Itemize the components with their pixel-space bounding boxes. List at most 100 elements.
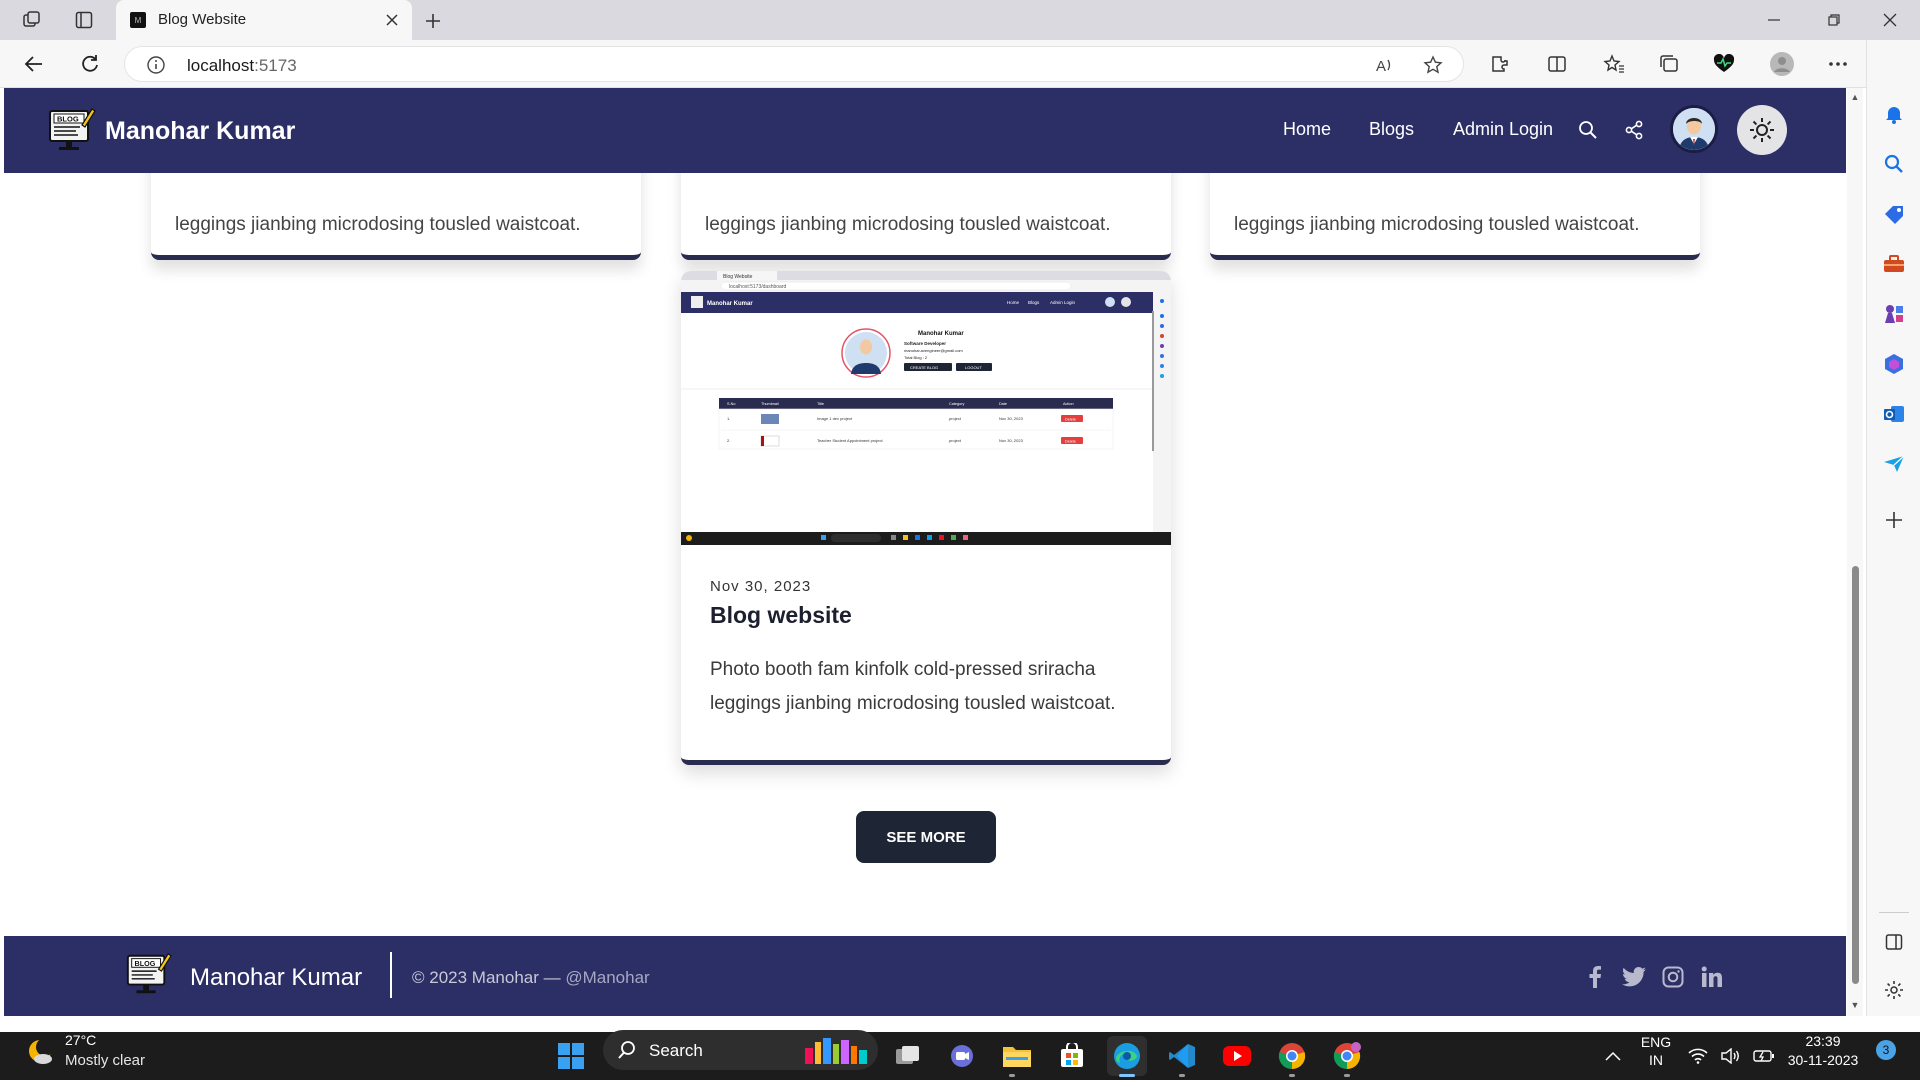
performance-icon[interactable] — [1712, 52, 1736, 76]
svg-text:Action: Action — [1063, 402, 1074, 406]
scroll-up-icon[interactable]: ▲ — [1850, 92, 1860, 102]
scroll-down-icon[interactable]: ▼ — [1850, 1000, 1860, 1010]
blog-card[interactable]: Blog Website localhost:5173/dashboard Ma… — [681, 271, 1171, 765]
extensions-icon[interactable] — [1488, 52, 1512, 76]
outlook-icon[interactable] — [1882, 402, 1906, 426]
notification-badge[interactable]: 3 — [1876, 1040, 1896, 1060]
task-view-icon[interactable] — [888, 1036, 928, 1076]
svg-text:Total Blog : 2: Total Blog : 2 — [904, 355, 928, 360]
footer-blog-logo-icon[interactable]: BLOG — [124, 950, 172, 998]
edge-browser-icon[interactable] — [1107, 1036, 1147, 1076]
svg-text:Delete: Delete — [1065, 418, 1076, 422]
footer-brand[interactable]: Manohar Kumar — [190, 964, 362, 992]
svg-text:Title: Title — [817, 402, 824, 406]
file-explorer-icon[interactable] — [997, 1036, 1037, 1076]
volume-icon[interactable] — [1719, 1036, 1743, 1076]
add-sidebar-app-icon[interactable] — [1882, 508, 1906, 532]
blog-logo-icon[interactable]: BLOG — [46, 105, 96, 155]
notifications-icon[interactable] — [1882, 102, 1906, 126]
vscode-icon[interactable] — [1162, 1036, 1202, 1076]
collections-icon[interactable] — [1657, 52, 1681, 76]
close-tab-icon[interactable] — [382, 10, 402, 30]
see-more-button[interactable]: SEE MORE — [856, 811, 996, 863]
svg-text:BLOG: BLOG — [135, 959, 156, 968]
restore-icon[interactable] — [1806, 0, 1862, 40]
clock-time[interactable]: 23:39 — [1786, 1033, 1860, 1049]
facebook-icon[interactable] — [1582, 964, 1608, 990]
chrome-running-indicator — [1289, 1074, 1295, 1077]
blog-card-peek-text: leggings jianbing microdosing tousled wa… — [705, 214, 1111, 235]
svg-text:Image 1 dev project: Image 1 dev project — [817, 416, 853, 421]
svg-text:BLOG: BLOG — [57, 115, 79, 124]
split-screen-icon[interactable] — [1545, 52, 1569, 76]
sidebar-search-icon[interactable] — [1882, 152, 1906, 176]
more-options-icon[interactable] — [1826, 52, 1850, 76]
blog-card-title[interactable]: Blog website — [710, 602, 852, 629]
twitter-icon[interactable] — [1621, 964, 1647, 990]
chrome-profile-icon[interactable] — [1327, 1036, 1367, 1076]
workspaces-icon[interactable] — [20, 8, 44, 32]
profile-icon[interactable] — [1770, 52, 1794, 76]
clock-date[interactable]: 30-11-2023 — [1786, 1052, 1860, 1068]
svg-text:2.: 2. — [727, 438, 730, 443]
wifi-icon[interactable] — [1686, 1036, 1710, 1076]
show-hidden-icons-icon[interactable] — [1593, 1036, 1633, 1076]
favorite-icon[interactable] — [1423, 55, 1443, 75]
nav-admin-login[interactable]: Admin Login — [1453, 119, 1553, 140]
scrollbar-thumb[interactable] — [1852, 566, 1859, 984]
windows-start-icon[interactable] — [551, 1036, 591, 1076]
instagram-icon[interactable] — [1660, 964, 1686, 990]
taskbar-search[interactable]: Search — [603, 1030, 878, 1070]
linkedin-icon[interactable] — [1699, 964, 1725, 990]
info-icon[interactable] — [147, 56, 165, 74]
hide-sidebar-icon[interactable] — [1882, 930, 1906, 954]
refresh-icon[interactable] — [76, 50, 104, 78]
weather-temperature[interactable]: 27°C — [65, 1032, 96, 1048]
explorer-running-indicator — [1009, 1074, 1015, 1077]
url-field[interactable]: localhost:5173 A — [124, 46, 1464, 82]
language-bottom[interactable]: IN — [1640, 1052, 1672, 1068]
svg-text:Blog Website: Blog Website — [723, 274, 753, 280]
favorites-icon[interactable] — [1602, 52, 1626, 76]
share-icon[interactable] — [1621, 117, 1647, 143]
site-brand[interactable]: Manohar Kumar — [105, 117, 295, 146]
tools-icon[interactable] — [1882, 252, 1906, 276]
microsoft-store-icon[interactable] — [1052, 1036, 1092, 1076]
language-top[interactable]: ENG — [1640, 1034, 1672, 1050]
window-close-icon[interactable] — [1862, 0, 1918, 40]
new-tab-icon[interactable] — [420, 8, 446, 34]
shopping-icon[interactable] — [1882, 202, 1906, 226]
footer-handle-link[interactable]: @Manohar — [565, 968, 649, 987]
games-icon[interactable] — [1882, 302, 1906, 326]
blog-card-peek-text: leggings jianbing microdosing tousled wa… — [175, 214, 581, 235]
customize-sidebar-icon[interactable] — [1882, 978, 1906, 1002]
search-icon[interactable] — [1575, 117, 1601, 143]
weather-condition[interactable]: Mostly clear — [65, 1052, 145, 1069]
page-scrollbar[interactable]: ▲ ▼ — [1847, 88, 1863, 1016]
avatar[interactable] — [1670, 105, 1718, 153]
teams-chat-icon[interactable] — [942, 1036, 982, 1076]
taskbar-search-icon — [618, 1041, 635, 1059]
microsoft365-icon[interactable] — [1882, 352, 1906, 376]
youtube-icon[interactable] — [1217, 1036, 1257, 1076]
theme-toggle-button[interactable] — [1737, 105, 1787, 155]
sun-icon — [1750, 118, 1774, 142]
battery-icon[interactable] — [1752, 1036, 1776, 1076]
back-icon[interactable] — [20, 50, 48, 78]
minimize-icon[interactable] — [1746, 0, 1802, 40]
search-highlight-image — [805, 1038, 867, 1064]
sidebar-divider — [1879, 912, 1909, 913]
chrome-icon[interactable] — [1272, 1036, 1312, 1076]
svg-text:project: project — [949, 416, 962, 421]
tab-title: Blog Website — [158, 11, 247, 28]
nav-blogs[interactable]: Blogs — [1369, 119, 1414, 140]
chrome-profile-running-indicator — [1344, 1074, 1350, 1077]
svg-text:Blogs: Blogs — [1028, 300, 1040, 305]
weather-moon-icon[interactable] — [26, 1037, 54, 1065]
drop-icon[interactable] — [1882, 452, 1906, 476]
site-footer: BLOG Manohar Kumar © 2023 Manohar — @Man… — [4, 936, 1846, 1016]
nav-home[interactable]: Home — [1283, 119, 1331, 140]
browser-tab[interactable]: M Blog Website — [116, 0, 412, 40]
tab-actions-icon[interactable] — [72, 8, 96, 32]
read-aloud-icon[interactable]: A — [1375, 55, 1395, 75]
